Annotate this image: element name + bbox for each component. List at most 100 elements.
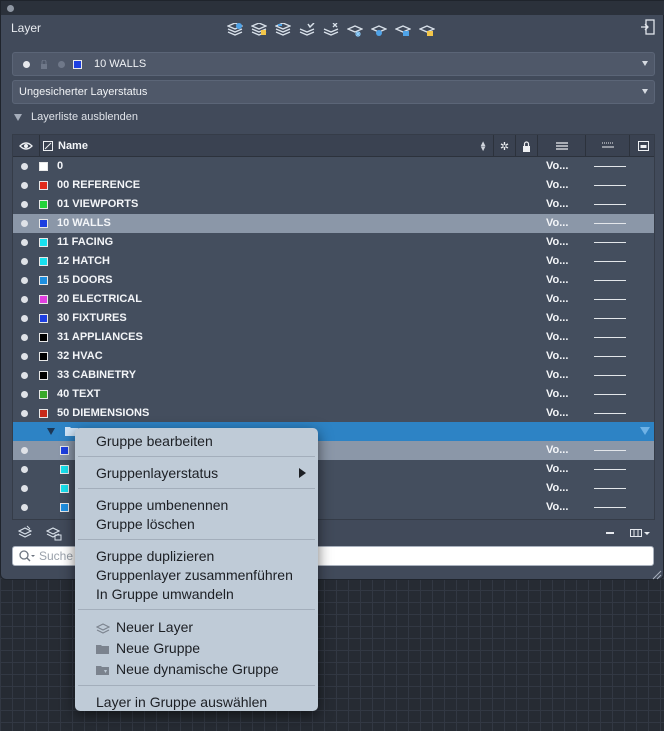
table-row[interactable]: 31 APPLIANCES Vo... (13, 328, 654, 347)
visibility-icon[interactable] (21, 372, 28, 379)
column-lock[interactable] (516, 135, 538, 157)
linetype-preview[interactable] (594, 280, 626, 281)
linetype-preview[interactable] (594, 356, 626, 357)
transparency-value[interactable]: Vo... (546, 407, 568, 419)
table-row[interactable]: 0 Vo... (13, 157, 654, 176)
column-freeze[interactable]: ✲ (494, 135, 516, 157)
linetype-preview[interactable] (594, 223, 626, 224)
table-row[interactable]: 12 HATCH Vo... (13, 252, 654, 271)
visibility-icon[interactable] (21, 466, 28, 473)
table-row[interactable]: 01 VIEWPORTS Vo... (13, 195, 654, 214)
visibility-icon[interactable] (21, 334, 28, 341)
color-swatch[interactable] (39, 238, 48, 247)
visibility-icon[interactable] (21, 315, 28, 322)
table-row[interactable]: 11 FACING Vo... (13, 233, 654, 252)
hide-layer-list-toggle[interactable]: Layerliste ausblenden (14, 111, 138, 123)
visibility-icon[interactable] (21, 163, 28, 170)
transparency-value[interactable]: Vo... (546, 160, 568, 172)
transparency-value[interactable]: Vo... (546, 179, 568, 191)
table-row[interactable]: 30 FIXTURES Vo... (13, 309, 654, 328)
color-swatch[interactable] (60, 465, 69, 474)
visibility-icon[interactable] (21, 277, 28, 284)
linetype-preview[interactable] (594, 450, 626, 451)
transparency-value[interactable]: Vo... (546, 388, 568, 400)
layer-settings-icon[interactable] (17, 525, 33, 542)
table-row[interactable]: 00 REFERENCE Vo... (13, 176, 654, 195)
transparency-value[interactable]: Vo... (546, 198, 568, 210)
lock-icon[interactable] (394, 21, 412, 39)
set-current-icon[interactable] (298, 21, 316, 39)
color-swatch[interactable] (60, 503, 69, 512)
menu-item-merge-group-layers[interactable]: Gruppenlayer zusammenführen (75, 565, 318, 584)
visibility-icon[interactable] (21, 182, 28, 189)
color-swatch[interactable] (39, 276, 48, 285)
transparency-value[interactable]: Vo... (546, 444, 568, 456)
visibility-icon[interactable] (21, 239, 28, 246)
visibility-icon[interactable] (21, 258, 28, 265)
transparency-value[interactable]: Vo... (546, 331, 568, 343)
layer-state-dropdown[interactable]: Ungesicherter Layerstatus (12, 80, 655, 104)
linetype-preview[interactable] (594, 299, 626, 300)
close-dot-icon[interactable] (7, 5, 14, 12)
table-row[interactable]: 10 WALLS Vo... (13, 214, 654, 233)
table-row[interactable]: 20 ELECTRICAL Vo... (13, 290, 654, 309)
menu-item-new-group[interactable]: Neue Gruppe (75, 637, 318, 658)
column-plot[interactable] (630, 135, 654, 157)
menu-item-select-layers-in-group[interactable]: Layer in Gruppe auswählen (75, 692, 318, 711)
palette-titlebar[interactable] (1, 1, 664, 15)
linetype-preview[interactable] (594, 318, 626, 319)
table-row[interactable]: 40 TEXT Vo... (13, 385, 654, 404)
table-row[interactable]: 33 CABINETRY Vo... (13, 366, 654, 385)
menu-item-rename-group[interactable]: Gruppe umbenennen (75, 495, 318, 514)
linetype-preview[interactable] (594, 166, 626, 167)
freeze-icon[interactable] (346, 21, 364, 39)
visibility-icon[interactable] (21, 201, 28, 208)
transparency-value[interactable]: Vo... (546, 350, 568, 362)
column-linetype-style[interactable] (586, 135, 630, 157)
color-swatch[interactable] (39, 181, 48, 190)
table-row[interactable]: 50 DIEMENSIONS Vo... (13, 404, 654, 423)
visibility-icon[interactable] (21, 353, 28, 360)
resize-grip-icon[interactable] (652, 569, 662, 580)
layer-states-icon[interactable] (322, 21, 340, 39)
linetype-preview[interactable] (594, 242, 626, 243)
unlock-icon[interactable] (418, 21, 436, 39)
color-swatch[interactable] (39, 333, 48, 342)
linetype-preview[interactable] (594, 261, 626, 262)
table-row[interactable]: 32 HVAC Vo... (13, 347, 654, 366)
new-group-filter-icon[interactable] (45, 525, 62, 544)
menu-item-new-layer[interactable]: Neuer Layer (75, 616, 318, 637)
transparency-value[interactable]: Vo... (546, 274, 568, 286)
menu-item-delete-group[interactable]: Gruppe löschen (75, 514, 318, 533)
linetype-preview[interactable] (594, 469, 626, 470)
transparency-value[interactable]: Vo... (546, 293, 568, 305)
color-swatch[interactable] (39, 409, 48, 418)
linetype-preview[interactable] (594, 413, 626, 414)
current-layer-dropdown[interactable]: 10 WALLS (12, 52, 655, 76)
linetype-preview[interactable] (594, 375, 626, 376)
color-swatch[interactable] (60, 484, 69, 493)
color-swatch[interactable] (39, 200, 48, 209)
linetype-preview[interactable] (594, 204, 626, 205)
transparency-value[interactable]: Vo... (546, 255, 568, 267)
visibility-icon[interactable] (21, 504, 28, 511)
transparency-value[interactable]: Vo... (546, 482, 568, 494)
linetype-preview[interactable] (594, 488, 626, 489)
color-swatch[interactable] (60, 446, 69, 455)
visibility-icon[interactable] (21, 485, 28, 492)
minus-icon[interactable] (606, 532, 614, 534)
visibility-icon[interactable] (21, 220, 28, 227)
linetype-preview[interactable] (594, 185, 626, 186)
visibility-icon[interactable] (21, 391, 28, 398)
color-swatch[interactable] (39, 352, 48, 361)
color-swatch[interactable] (39, 295, 48, 304)
color-swatch[interactable] (39, 219, 48, 228)
visibility-icon[interactable] (21, 296, 28, 303)
columns-menu-icon[interactable] (630, 527, 650, 541)
table-row[interactable]: 15 DOORS Vo... (13, 271, 654, 290)
column-name[interactable]: Name ▲ ▼ (40, 135, 494, 157)
menu-item-new-dynamic-group[interactable]: Neue dynamische Gruppe (75, 658, 318, 679)
visibility-icon[interactable] (21, 410, 28, 417)
transparency-value[interactable]: Vo... (546, 501, 568, 513)
transparency-value[interactable]: Vo... (546, 369, 568, 381)
